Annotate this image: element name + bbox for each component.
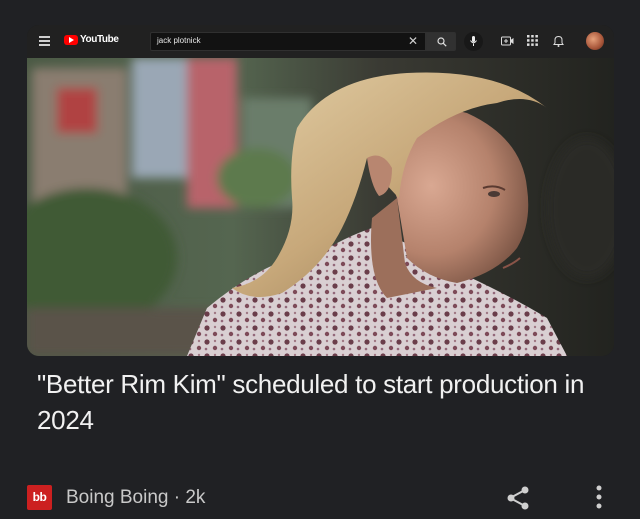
menu-icon[interactable]	[39, 36, 50, 46]
avatar[interactable]	[586, 32, 604, 50]
article-title[interactable]: "Better Rim Kim" scheduled to start prod…	[37, 366, 597, 438]
source-name[interactable]: Boing Boing · 2k	[66, 487, 205, 509]
youtube-logo[interactable]: YouTube	[64, 34, 119, 45]
search-icon	[437, 37, 447, 47]
search-input[interactable]: jack plotnick ✕	[150, 32, 426, 51]
bell-icon[interactable]	[553, 35, 564, 47]
apps-icon[interactable]	[527, 35, 538, 46]
search-query: jack plotnick	[157, 36, 201, 45]
boing-boing-logo-icon[interactable]: bb	[27, 485, 52, 510]
youtube-wordmark: YouTube	[80, 34, 119, 45]
clear-search-icon[interactable]: ✕	[408, 34, 418, 48]
article-card[interactable]: YouTube jack plotnick ✕	[27, 25, 614, 356]
more-options-icon[interactable]	[595, 484, 603, 510]
source-row: bb Boing Boing · 2k	[27, 482, 614, 512]
search-button[interactable]	[426, 32, 456, 51]
mic-icon	[470, 36, 477, 46]
create-icon[interactable]	[501, 35, 514, 47]
share-icon[interactable]	[505, 485, 531, 511]
youtube-play-icon	[64, 34, 78, 45]
youtube-topbar: YouTube jack plotnick ✕	[27, 25, 614, 58]
voice-search-button[interactable]	[464, 32, 483, 51]
video-thumbnail[interactable]	[27, 58, 614, 356]
